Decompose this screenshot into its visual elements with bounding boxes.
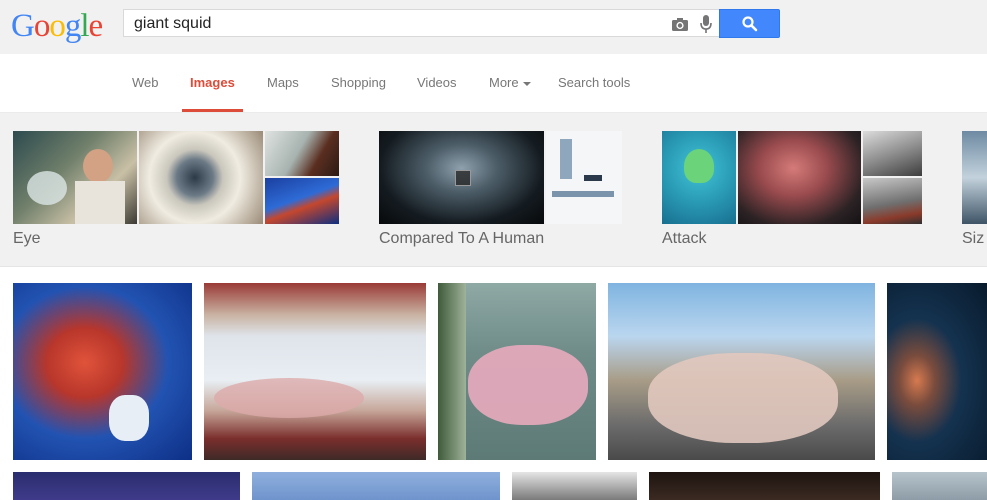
logo-letter: o <box>33 8 50 44</box>
topic-card-attack[interactable]: Attack <box>662 131 922 251</box>
image-result[interactable] <box>13 472 240 500</box>
search-box[interactable]: giant squid <box>123 9 719 37</box>
topic-thumbnail[interactable] <box>265 178 339 224</box>
logo-letter: G <box>11 8 35 44</box>
topic-label[interactable]: Compared To A Human <box>379 229 544 249</box>
logo-letter: g <box>64 8 81 44</box>
tab-videos[interactable]: Videos <box>417 75 457 91</box>
search-tools-button[interactable]: Search tools <box>558 75 630 91</box>
active-tab-indicator <box>182 109 243 112</box>
topic-thumbnail[interactable] <box>738 131 861 224</box>
search-icon <box>742 16 758 32</box>
logo-letter: o <box>49 8 65 44</box>
search-input[interactable]: giant squid <box>134 10 211 37</box>
search-button[interactable] <box>719 9 780 38</box>
image-result[interactable] <box>512 472 637 500</box>
logo-letter: e <box>88 8 104 44</box>
topic-card-compared-to-a-human[interactable]: Compared To A Human <box>379 131 622 251</box>
topic-thumbnail[interactable] <box>546 131 622 224</box>
thumb-detail <box>75 181 125 224</box>
thumb-detail <box>83 149 113 183</box>
topic-thumbnail[interactable] <box>962 131 987 224</box>
search-nav: Web Images Maps Shopping Videos More Sea… <box>0 54 987 113</box>
top-bar: Google giant squid <box>0 0 987 54</box>
play-icon <box>455 170 471 186</box>
camera-icon[interactable] <box>671 16 689 32</box>
topic-thumbnail[interactable] <box>13 131 137 224</box>
thumb-detail <box>468 345 588 425</box>
thumb-detail <box>552 191 614 197</box>
image-result[interactable] <box>252 472 500 500</box>
topic-card-size[interactable]: Siz <box>962 131 987 251</box>
tab-web[interactable]: Web <box>132 75 159 91</box>
topic-label[interactable]: Attack <box>662 229 706 249</box>
topic-label[interactable]: Eye <box>13 229 41 249</box>
image-result[interactable] <box>13 283 192 460</box>
image-result[interactable] <box>887 283 987 460</box>
image-result[interactable] <box>204 283 426 460</box>
topic-thumbnail[interactable] <box>662 131 736 224</box>
thumb-detail <box>214 378 364 418</box>
image-result[interactable] <box>892 472 987 500</box>
thumb-detail <box>648 353 838 443</box>
thumb-detail <box>109 395 149 441</box>
thumb-detail <box>684 149 714 183</box>
tab-maps[interactable]: Maps <box>267 75 299 91</box>
tab-more-label: More <box>489 75 519 90</box>
thumb-detail <box>438 283 466 460</box>
related-topics: Eye Compared To A Human Attack Siz <box>0 113 987 267</box>
topic-thumbnail[interactable] <box>265 131 339 176</box>
topic-thumbnail[interactable] <box>863 178 922 224</box>
logo-letter: l <box>80 8 89 44</box>
topic-label[interactable]: Siz <box>962 229 984 249</box>
thumb-detail <box>27 171 67 205</box>
image-result[interactable] <box>438 283 596 460</box>
mic-icon[interactable] <box>699 14 713 34</box>
tab-images[interactable]: Images <box>190 75 235 91</box>
image-result[interactable] <box>608 283 875 460</box>
topic-thumbnail[interactable] <box>863 131 922 176</box>
tab-shopping[interactable]: Shopping <box>331 75 386 91</box>
topic-card-eye[interactable]: Eye <box>13 131 339 251</box>
google-logo[interactable]: Google <box>11 6 104 46</box>
topic-thumbnail[interactable] <box>379 131 544 224</box>
thumb-detail <box>584 175 602 181</box>
thumb-detail <box>560 139 572 179</box>
tab-more[interactable]: More <box>489 75 531 91</box>
caret-down-icon <box>522 81 531 86</box>
image-result[interactable] <box>649 472 880 500</box>
topic-thumbnail[interactable] <box>139 131 263 224</box>
